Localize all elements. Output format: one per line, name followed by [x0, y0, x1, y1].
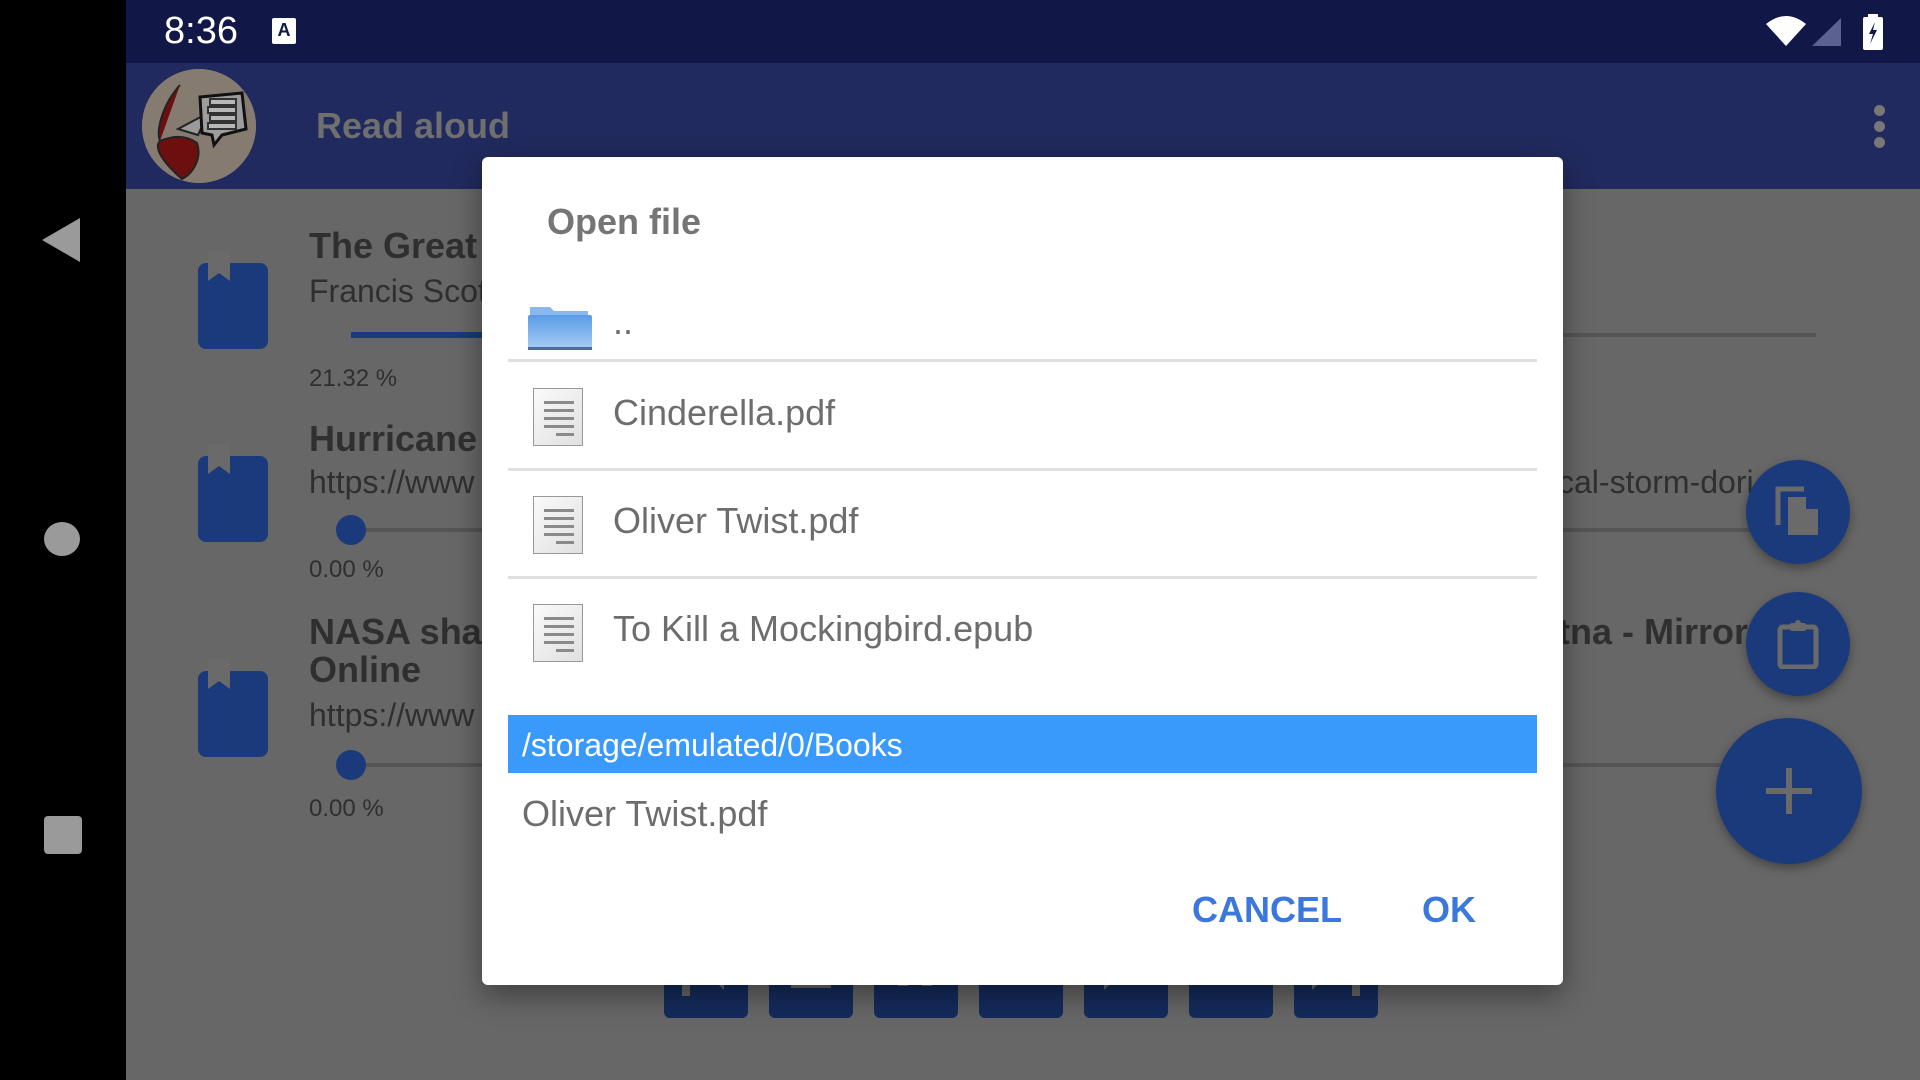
document-subtitle: Francis Scot [309, 273, 487, 309]
document-title: The Great [309, 225, 478, 266]
notification-a-icon: A [272, 18, 296, 44]
file-name: Cinderella.pdf [613, 392, 836, 433]
cell-signal-icon [1812, 18, 1841, 46]
document-title: Hurricane [309, 418, 478, 459]
document-subtitle: https://www [309, 464, 475, 500]
file-name: To Kill a Mockingbird.epub [613, 608, 1034, 649]
home-icon[interactable] [44, 522, 80, 556]
file-row[interactable]: Oliver Twist.pdf [508, 470, 1537, 579]
recents-icon[interactable] [44, 816, 82, 854]
file-copy-icon [1775, 486, 1818, 535]
wifi-icon [1766, 16, 1806, 46]
document-title: NASA shar [309, 611, 496, 652]
document-subtitle-overflow: cal-storm-dori [1558, 464, 1754, 500]
paste-clipboard-fab[interactable] [1746, 592, 1850, 696]
progress-label: 0.00 % [309, 556, 384, 583]
document-icon [533, 496, 583, 554]
bookmark-book-icon [198, 251, 268, 349]
cancel-button[interactable]: CANCEL [1192, 889, 1342, 931]
more-vert-icon[interactable] [1874, 105, 1886, 153]
clock: 8:36 [164, 10, 238, 52]
document-title-line2: Online [309, 649, 422, 690]
system-nav-bar [0, 0, 126, 1080]
app-title: Read aloud [316, 105, 511, 146]
file-row[interactable]: To Kill a Mockingbird.epub [508, 578, 1537, 684]
open-file-fab[interactable] [1746, 460, 1850, 564]
bookmark-book-icon [198, 444, 268, 542]
current-path-bar: /storage/emulated/0/Books [508, 715, 1537, 773]
app-logo-icon [142, 69, 256, 183]
document-icon [533, 604, 583, 662]
parent-directory-row[interactable]: .. [508, 275, 1537, 362]
folder-icon [528, 307, 592, 350]
parent-directory-label: .. [613, 301, 634, 342]
ok-button[interactable]: OK [1422, 889, 1476, 931]
dialog-title: Open file [547, 201, 702, 242]
status-bar: 8:36 A [126, 0, 1920, 63]
file-row[interactable]: Cinderella.pdf [508, 362, 1537, 471]
clipboard-icon [1777, 620, 1819, 669]
current-path: /storage/emulated/0/Books [522, 727, 903, 763]
plus-icon [1766, 768, 1812, 814]
back-icon[interactable] [42, 218, 80, 262]
open-file-dialog: Open file .. Cinderella.pdf Oliver Twist… [482, 157, 1563, 985]
slider-thumb[interactable] [336, 750, 366, 780]
slider-thumb[interactable] [336, 515, 366, 545]
document-subtitle: https://www [309, 697, 475, 733]
progress-label: 21.32 % [309, 365, 398, 392]
document-title-overflow: tna - Mirror [1558, 611, 1749, 652]
battery-charging-icon [1863, 14, 1883, 50]
add-fab[interactable] [1716, 718, 1862, 864]
document-icon [533, 388, 583, 446]
progress-label: 0.00 % [309, 795, 384, 822]
selected-file-name[interactable]: Oliver Twist.pdf [522, 793, 767, 835]
file-name: Oliver Twist.pdf [613, 500, 859, 541]
bookmark-book-icon [198, 659, 268, 757]
